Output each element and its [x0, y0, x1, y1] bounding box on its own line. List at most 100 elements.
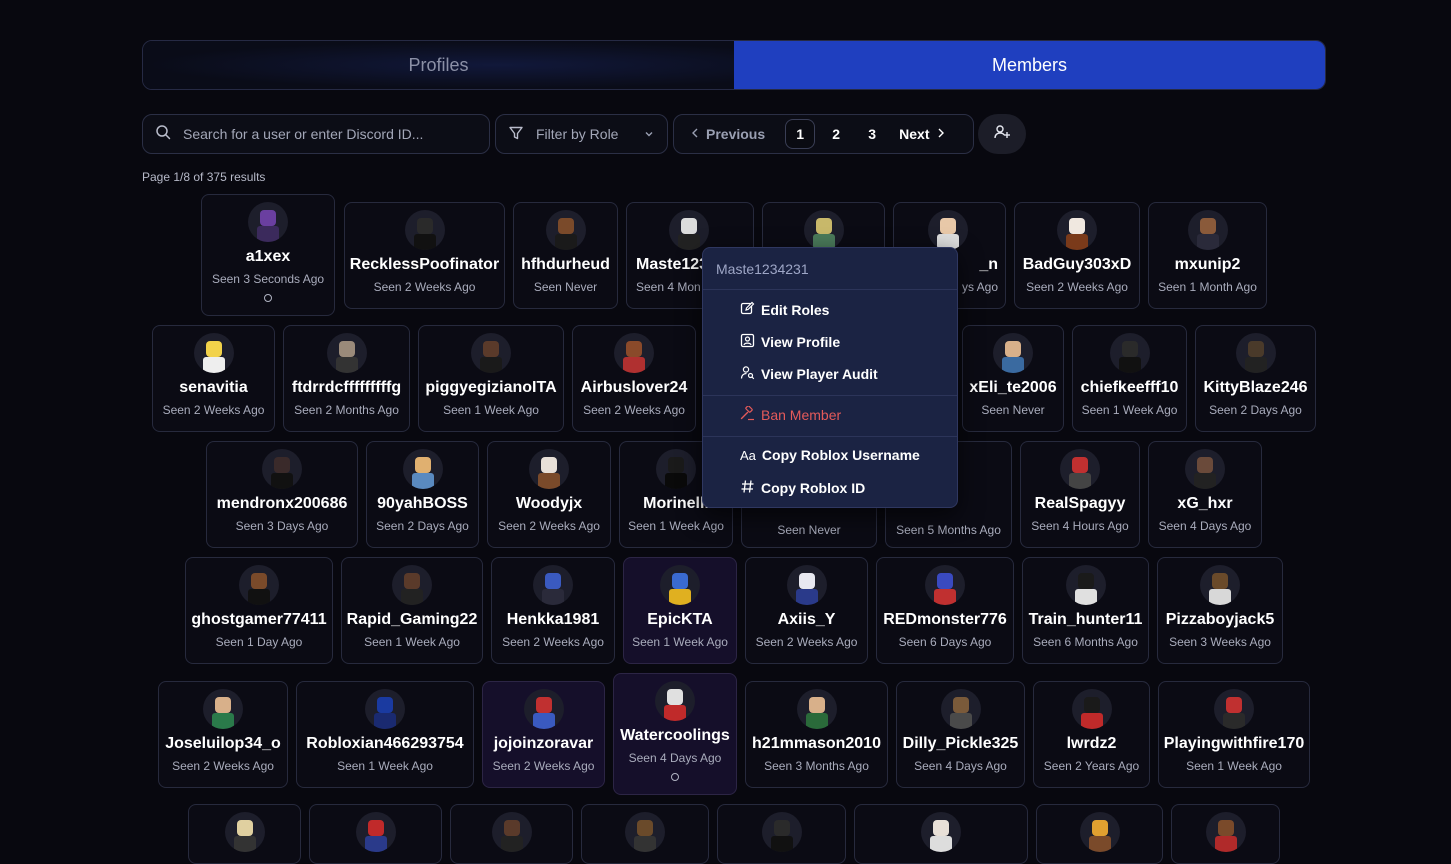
member-card[interactable]: jojoinzoravar Seen 2 Weeks Ago: [482, 681, 605, 788]
filter-by-role-dropdown[interactable]: Filter by Role: [495, 114, 668, 154]
member-username: xEli_te2006: [969, 379, 1057, 396]
member-card[interactable]: Rapid_Gaming22 Seen 1 Week Ago: [341, 557, 483, 664]
member-card[interactable]: ftdrrdcfffffffffg Seen 2 Months Ago: [283, 325, 410, 432]
member-card[interactable]: [581, 804, 709, 864]
member-card[interactable]: xEli_te2006 Seen Never: [962, 325, 1064, 432]
member-card[interactable]: [854, 804, 1028, 864]
member-card[interactable]: piggyegizianoITA Seen 1 Week Ago: [418, 325, 564, 432]
member-card[interactable]: Dilly_Pickle325 Seen 4 Days Ago: [896, 681, 1025, 788]
member-last-seen: Seen 3 Seconds Ago: [211, 272, 325, 286]
previous-button[interactable]: Previous: [690, 126, 765, 142]
text-case-icon: Aa: [740, 447, 756, 463]
ban-member-item[interactable]: Ban Member: [740, 405, 841, 424]
member-card[interactable]: Pizzaboyjack5 Seen 3 Weeks Ago: [1157, 557, 1283, 664]
avatar: [669, 210, 709, 250]
member-username: Watercoolings: [620, 727, 730, 744]
copy-roblox-username-item[interactable]: Aa Copy Roblox Username: [740, 447, 920, 463]
previous-label: Previous: [706, 126, 766, 142]
member-card[interactable]: EpicKTA Seen 1 Week Ago: [623, 557, 737, 664]
member-card[interactable]: RecklessPoofinator Seen 2 Weeks Ago: [344, 202, 505, 309]
search-icon: [155, 124, 171, 145]
search-input[interactable]: [181, 125, 475, 143]
member-card[interactable]: mendronx200686 Seen 3 Days Ago: [206, 441, 358, 548]
member-username: a1xex: [245, 248, 291, 265]
next-button[interactable]: Next: [899, 126, 945, 142]
page-button-2[interactable]: 2: [821, 119, 851, 149]
tab-profiles[interactable]: Profiles: [143, 41, 734, 89]
member-username: chiefkeefff10: [1080, 379, 1179, 396]
avatar: [404, 210, 445, 250]
member-card[interactable]: mxunip2 Seen 1 Month Ago: [1148, 202, 1267, 309]
avatar: [491, 812, 532, 852]
chevron-down-icon: [643, 128, 655, 140]
member-context-menu: Maste1234231 Edit Roles View Profile Vie…: [702, 247, 958, 508]
member-last-seen: Seen Never: [533, 280, 598, 294]
member-card[interactable]: hfhdurheud Seen Never: [513, 202, 618, 309]
avatar: [761, 812, 802, 852]
avatar: [614, 333, 654, 373]
member-card[interactable]: senavitia Seen 2 Weeks Ago: [152, 325, 275, 432]
avatar: [660, 565, 700, 605]
member-card[interactable]: h21mmason2010 Seen 3 Months Ago: [745, 681, 888, 788]
avatar: [1109, 333, 1150, 373]
menu-divider: [703, 436, 957, 437]
member-card[interactable]: chiefkeefff10 Seen 1 Week Ago: [1072, 325, 1187, 432]
member-card[interactable]: [188, 804, 301, 864]
member-card[interactable]: [1171, 804, 1280, 864]
page-button-1[interactable]: 1: [785, 119, 816, 149]
search-box[interactable]: [142, 114, 490, 154]
member-last-seen: Seen 2 Months Ago: [294, 403, 399, 417]
member-username: Train_hunter11: [1028, 611, 1143, 628]
avatar: [1071, 689, 1112, 729]
member-card[interactable]: Robloxian466293754 Seen 1 Week Ago: [296, 681, 474, 788]
member-card[interactable]: [309, 804, 442, 864]
avatar: [1057, 210, 1097, 250]
view-profile-label: View Profile: [761, 334, 841, 350]
member-username: EpicKTA: [647, 611, 713, 628]
member-username: Dilly_Pickle325: [902, 735, 1019, 752]
member-card[interactable]: Henkka1981 Seen 2 Weeks Ago: [491, 557, 615, 664]
member-card[interactable]: Axiis_Y Seen 2 Weeks Ago: [745, 557, 868, 664]
member-card[interactable]: KittyBlaze246 Seen 2 Days Ago: [1195, 325, 1316, 432]
member-last-seen: Seen 2 Weeks Ago: [172, 759, 274, 773]
member-card[interactable]: Train_hunter11 Seen 6 Months Ago: [1022, 557, 1149, 664]
view-player-audit-item[interactable]: View Player Audit: [740, 365, 878, 383]
member-card[interactable]: [717, 804, 846, 864]
member-card[interactable]: Playingwithfire170 Seen 1 Week Ago: [1158, 681, 1310, 788]
member-card[interactable]: Airbuslover24 Seen 2 Weeks Ago: [572, 325, 696, 432]
edit-roles-item[interactable]: Edit Roles: [740, 301, 829, 319]
avatar: [545, 210, 586, 250]
member-card[interactable]: Woodyjx Seen 2 Weeks Ago: [487, 441, 611, 548]
page-info: Page 1/8 of 375 results: [142, 170, 266, 184]
member-last-seen: Seen 2 Weeks Ago: [373, 280, 476, 294]
member-last-seen: Seen 5 Months Ago: [896, 523, 1001, 537]
member-username: Robloxian466293754: [306, 735, 464, 752]
member-card[interactable]: lwrdz2 Seen 2 Years Ago: [1033, 681, 1150, 788]
member-last-seen: Seen 3 Days Ago: [235, 519, 329, 533]
avatar: [326, 333, 367, 373]
copy-roblox-id-item[interactable]: Copy Roblox ID: [740, 479, 865, 497]
member-card[interactable]: 90yahBOSS Seen 2 Days Ago: [366, 441, 479, 548]
member-card[interactable]: RealSpagyy Seen 4 Hours Ago: [1020, 441, 1140, 548]
member-card[interactable]: [450, 804, 573, 864]
member-card[interactable]: a1xex Seen 3 Seconds Ago: [201, 194, 335, 316]
member-card[interactable]: xG_hxr Seen 4 Days Ago: [1148, 441, 1262, 548]
member-last-seen: Seen 4 Mon: [636, 280, 701, 294]
page-button-3[interactable]: 3: [857, 119, 887, 149]
edit-icon: [740, 301, 755, 319]
avatar: [224, 812, 265, 852]
member-card[interactable]: REDmonster776 Seen 6 Days Ago: [876, 557, 1014, 664]
add-user-button[interactable]: [978, 114, 1026, 154]
tab-members[interactable]: Members: [734, 41, 1325, 89]
member-card[interactable]: [1036, 804, 1163, 864]
avatar: [796, 689, 837, 729]
view-profile-item[interactable]: View Profile: [740, 333, 840, 351]
member-card[interactable]: Watercoolings Seen 4 Days Ago: [613, 673, 737, 795]
member-card[interactable]: ghostgamer77411 Seen 1 Day Ago: [185, 557, 333, 664]
member-username: jojoinzoravar: [493, 735, 594, 752]
member-card[interactable]: Joseluilop34_o Seen 2 Weeks Ago: [158, 681, 288, 788]
avatar: [203, 689, 243, 729]
member-card[interactable]: BadGuy303xD Seen 2 Weeks Ago: [1014, 202, 1140, 309]
avatar: [392, 565, 432, 605]
member-last-seen: Seen 2 Days Ago: [376, 519, 469, 533]
